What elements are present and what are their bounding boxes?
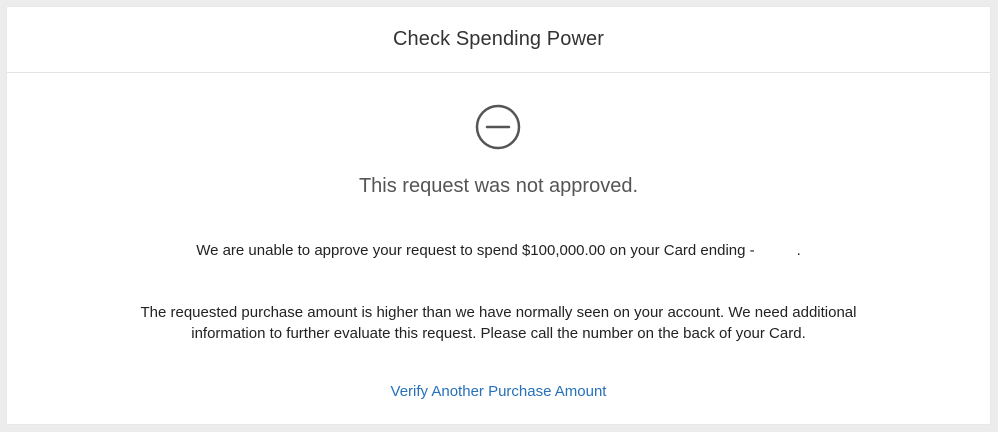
explanation-message: The requested purchase amount is higher …	[140, 304, 857, 342]
status-heading: This request was not approved.	[358, 175, 639, 197]
card-header: Check Spending Power	[7, 7, 990, 73]
page-title: Check Spending Power	[392, 28, 604, 50]
decline-message-text: We are unable to approve your request to…	[196, 242, 755, 259]
masked-card-digits	[754, 243, 797, 259]
decline-message: We are unable to approve your request to…	[7, 240, 990, 261]
verify-another-amount-link[interactable]: Verify Another Purchase Amount	[7, 383, 990, 400]
spending-power-card: Check Spending Power This request was no…	[7, 7, 990, 424]
decline-message-period: .	[796, 242, 801, 259]
minus-circle-icon	[475, 104, 521, 150]
